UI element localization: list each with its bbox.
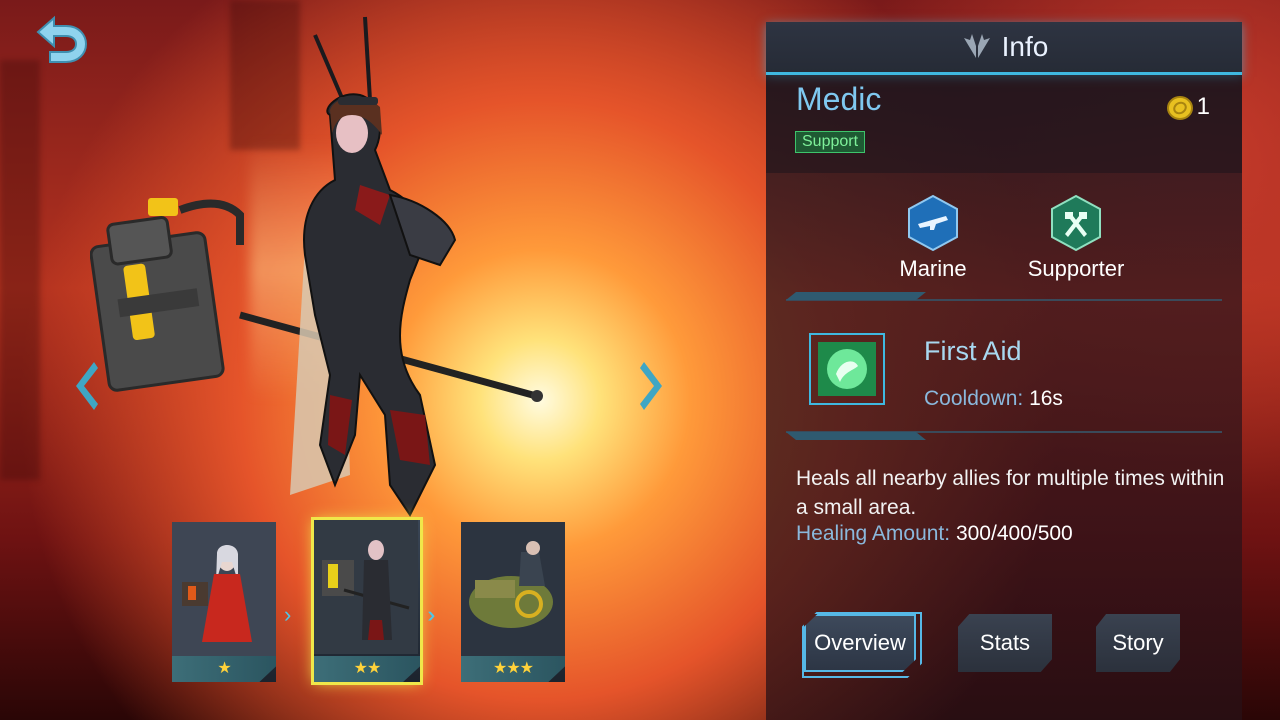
next-hero-arrow[interactable] bbox=[636, 358, 670, 414]
skin-card-1[interactable]: ★ bbox=[172, 522, 276, 682]
upgrade-arrow-icon: › bbox=[284, 602, 292, 627]
coin-icon bbox=[1166, 95, 1193, 120]
crossed-hammers-icon bbox=[1051, 194, 1101, 252]
first-aid-skill-icon[interactable] bbox=[806, 330, 888, 408]
wings-icon bbox=[963, 34, 990, 58]
skin-art-red-medic bbox=[172, 522, 276, 656]
panel-header: Info bbox=[766, 22, 1242, 75]
cooldown-label: Cooldown: bbox=[924, 387, 1024, 410]
previous-hero-arrow[interactable] bbox=[68, 358, 102, 414]
class-supporter[interactable]: Supporter bbox=[1011, 194, 1141, 282]
section-divider bbox=[786, 431, 1222, 440]
cooldown-value: 16s bbox=[1029, 387, 1063, 410]
role-badge: Support bbox=[795, 131, 866, 153]
healing-value: 300/400/500 bbox=[955, 522, 1073, 545]
skill-description: Heals all nearby allies for multiple tim… bbox=[796, 467, 1225, 519]
healing-label: Healing Amount: bbox=[796, 522, 951, 545]
tab-overview[interactable]: Overview bbox=[804, 614, 916, 672]
skin-selector: ★ › ★★ ›› ★★★ bbox=[172, 517, 572, 685]
back-button[interactable] bbox=[30, 14, 92, 68]
skill-name: First Aid bbox=[924, 336, 1022, 366]
class-marine[interactable]: Marine bbox=[868, 194, 998, 282]
skin-stars: ★ bbox=[172, 656, 276, 682]
hero-cost: 1 bbox=[1166, 93, 1210, 121]
skin-card-2[interactable]: ★★ bbox=[311, 517, 423, 685]
skin-art-mech bbox=[461, 522, 565, 656]
healing-amount: Healing Amount: 300/400/500 bbox=[796, 522, 1073, 546]
skin-card-3[interactable]: ★★★ bbox=[461, 522, 565, 682]
back-arrow-icon bbox=[36, 15, 88, 63]
panel-title: Info bbox=[1001, 31, 1049, 62]
background-pillar bbox=[0, 60, 40, 480]
tab-stats[interactable]: Stats bbox=[958, 614, 1052, 672]
hero-summary: Medic Support 1 bbox=[766, 75, 1242, 173]
hero-figure bbox=[90, 16, 543, 517]
skin-stars: ★★★ bbox=[461, 656, 565, 682]
class-label: Marine bbox=[899, 256, 967, 281]
skill-cooldown: Cooldown: 16s bbox=[924, 387, 1063, 411]
class-label: Supporter bbox=[1027, 256, 1125, 281]
hero-name: Medic bbox=[796, 81, 882, 117]
skin-art-medic bbox=[314, 520, 418, 654]
skin-stars: ★★ bbox=[314, 656, 420, 682]
section-divider bbox=[786, 292, 1222, 301]
info-panel: Info Medic Support 1 Marine Supporter Fi… bbox=[766, 22, 1242, 720]
rifle-icon bbox=[908, 194, 958, 252]
tab-story[interactable]: Story bbox=[1096, 614, 1180, 672]
cost-value: 1 bbox=[1196, 93, 1210, 120]
